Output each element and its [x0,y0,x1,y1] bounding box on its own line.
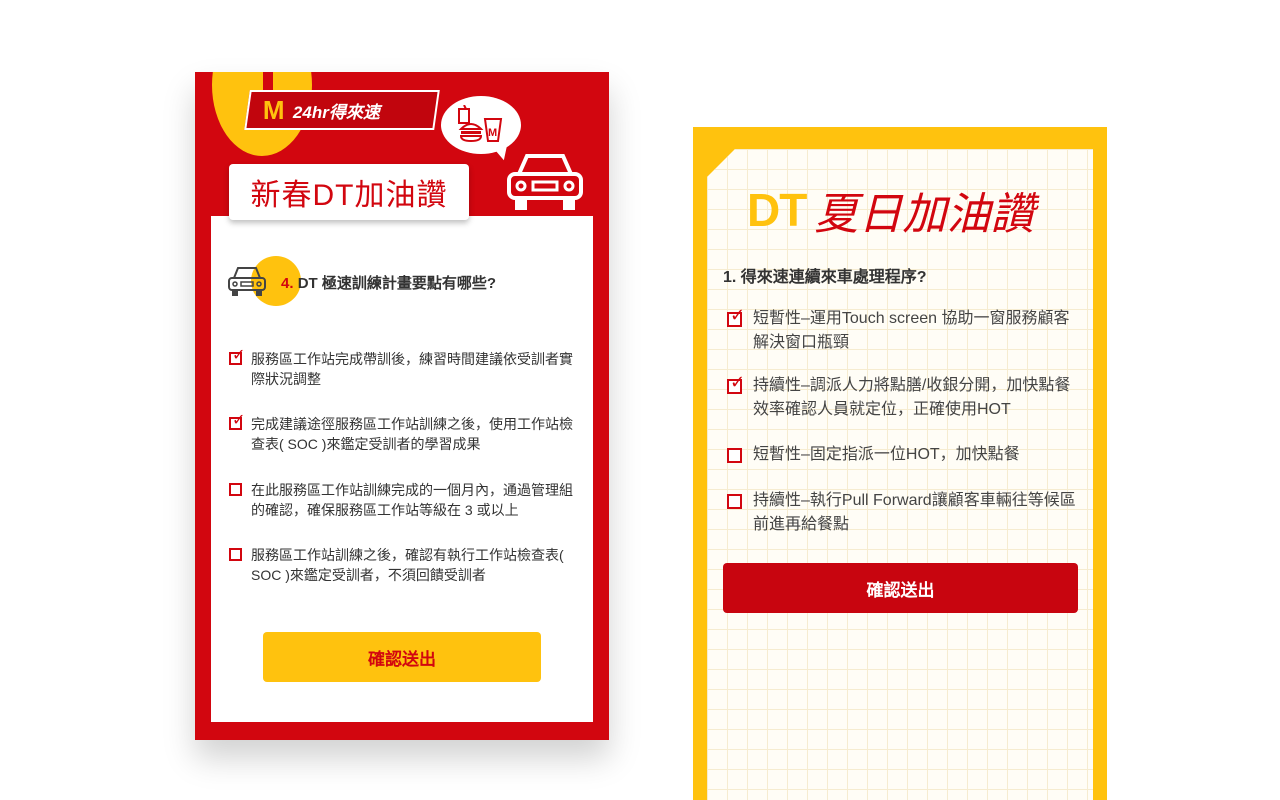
checkbox-icon[interactable]: ✓ [727,306,745,327]
option-4[interactable]: 持續性–執行Pull Forward讓顧客車輛往等候區前進再給餐點 [727,489,1077,537]
brand-text: 24hr得來速 [292,102,380,122]
left-quiz-card: M 24hr得來速 M 新春DT加油讚 4. DT 極速訓練計畫要點有哪些? ✓… [195,72,609,740]
right-quiz-card: DT 夏日加油讚 1. 得來速連續來車處理程序? ✓ 短暫性–運用Touch s… [693,127,1107,800]
option-label: 持續性–執行Pull Forward讓顧客車輛往等候區前進再給餐點 [753,492,1076,533]
question-label: DT 極速訓練計畫要點有哪些? [297,275,497,292]
checkbox-icon[interactable]: ✓ [727,373,745,394]
title-dt: DT [747,184,807,236]
checkbox-icon[interactable] [727,494,742,509]
option-label: 在此服務區工作站訓練完成的一個月內，通過管理組的確認，確保服務區工作站等級在 3… [251,482,573,518]
option-3[interactable]: 在此服務區工作站訓練完成的一個月內，通過管理組的確認，確保服務區工作站等級在 3… [229,480,577,520]
mcdonalds-logo-icon: M [263,94,285,125]
option-label: 完成建議途徑服務區工作站訓練之後，使用工作站檢查表( SOC )來鑑定受訓者的學… [251,416,573,452]
quiz-panel: 4. DT 極速訓練計畫要點有哪些? ✓ 服務區工作站完成帶訓後，練習時間建議依… [211,216,593,722]
brand-tag: M 24hr得來速 [244,90,440,130]
check-mark-icon: ✓ [730,305,746,325]
submit-button[interactable]: 確認送出 [723,563,1078,613]
option-2[interactable]: ✓ 持續性–調派人力將點膳/收銀分開，加快點餐效率確認人員就定位，正確使用HOT [727,373,1077,422]
option-label: 持續性–調派人力將點膳/收銀分開，加快點餐效率確認人員就定位，正確使用HOT [753,377,1071,418]
option-label: 服務區工作站完成帶訓後，練習時間建議依受訓者實際狀況調整 [251,351,573,387]
option-1[interactable]: ✓ 服務區工作站完成帶訓後，練習時間建議依受訓者實際狀況調整 [229,348,577,389]
car-icon [505,150,585,219]
check-mark-icon: ✓ [232,347,246,364]
checkbox-icon[interactable] [229,483,242,496]
title-rest: 夏日加油讚 [814,189,1035,240]
checkbox-icon[interactable] [727,448,742,463]
question-text: 1. 得來速連續來車處理程序? [723,269,927,286]
checkbox-icon[interactable]: ✓ [229,413,245,430]
checkbox-icon[interactable] [229,548,242,561]
page-title: 新春DT加油讚 [229,164,469,220]
question-number: 4. [281,275,294,292]
option-label: 服務區工作站訓練之後，確認有執行工作站檢查表( SOC )來鑑定受訓者，不須回饋… [251,547,564,583]
submit-button[interactable]: 確認送出 [263,632,541,682]
question-text: 4. DT 極速訓練計畫要點有哪些? [281,272,496,293]
option-label: 短暫性–運用Touch screen 協助一窗服務顧客解決窗口瓶頸 [753,310,1070,351]
check-mark-icon: ✓ [232,412,246,429]
option-3[interactable]: 短暫性–固定指派一位HOT，加快點餐 [727,443,1077,467]
title-text: 新春DT加油讚 [250,179,448,212]
option-label: 短暫性–固定指派一位HOT，加快點餐 [753,446,1020,463]
option-2[interactable]: ✓ 完成建議途徑服務區工作站訓練之後，使用工作站檢查表( SOC )來鑑定受訓者… [229,413,577,454]
check-mark-icon: ✓ [730,372,746,392]
option-1[interactable]: ✓ 短暫性–運用Touch screen 協助一窗服務顧客解決窗口瓶頸 [727,306,1077,355]
page-title: DT 夏日加油讚 [747,175,1034,245]
car-icon [227,264,267,303]
quiz-panel: DT 夏日加油讚 1. 得來速連續來車處理程序? ✓ 短暫性–運用Touch s… [707,149,1093,800]
option-4[interactable]: 服務區工作站訓練之後，確認有執行工作站檢查表( SOC )來鑑定受訓者，不須回饋… [229,545,577,585]
checkbox-icon[interactable]: ✓ [229,348,245,365]
svg-text:M: M [488,127,497,139]
question-header: 4. DT 極速訓練計畫要點有哪些? [227,256,587,306]
